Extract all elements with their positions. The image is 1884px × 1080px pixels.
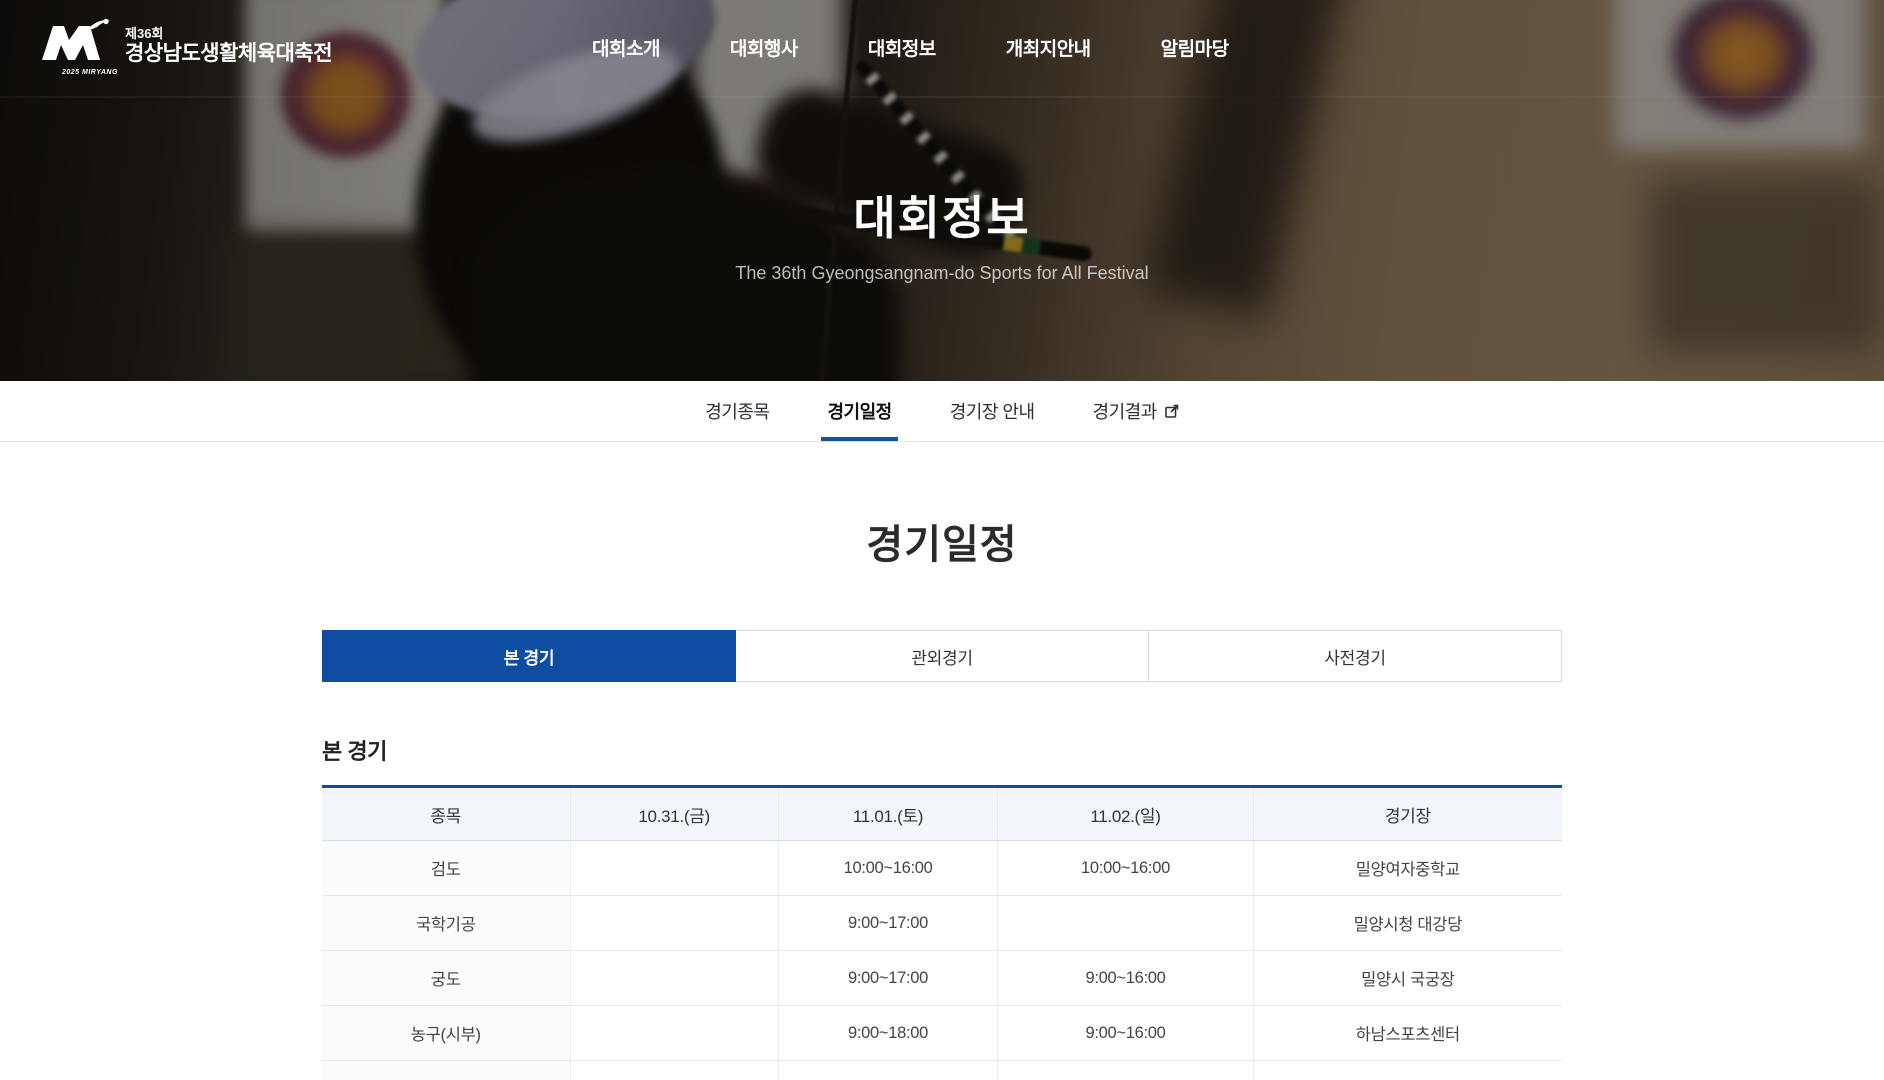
table-row: 농구(시부) 9:00~18:00 9:00~16:00 하남스포츠센터	[322, 1006, 1562, 1061]
section-subnav: 경기종목 경기일정 경기장 안내 경기결과	[0, 381, 1884, 442]
cell-time: 9:00~16:00	[998, 951, 1253, 1006]
subnav-item-venues[interactable]: 경기장 안내	[950, 381, 1035, 441]
site-logo[interactable]: 2025 MIRYANG 제36회 경상남도생활체육대축전	[38, 18, 332, 76]
col-header-sun: 11.02.(일)	[998, 787, 1253, 841]
schedule-table: 종목 10.31.(금) 11.01.(토) 11.02.(일) 경기장 검도 …	[322, 785, 1562, 1080]
cell-time: 9:00~16:00	[998, 1061, 1253, 1080]
col-header-fri: 10.31.(금)	[570, 787, 778, 841]
nav-item-info[interactable]: 대회정보	[868, 34, 936, 61]
site-header: 2025 MIRYANG 제36회 경상남도생활체육대축전 대회소개 대회행사 …	[0, 0, 1884, 94]
cell-sport: 국학기공	[322, 896, 570, 951]
table-row: 검도 10:00~16:00 10:00~16:00 밀양여자중학교	[322, 841, 1562, 896]
logo-text: 제36회 경상남도생활체육대축전	[125, 27, 332, 66]
hero-page-title: 대회정보	[0, 182, 1884, 248]
cell-sport: 농구(시부)	[322, 1006, 570, 1061]
cell-sport: 궁도	[322, 951, 570, 1006]
global-nav: 대회소개 대회행사 대회정보 개최지안내 알림마당	[592, 0, 1229, 94]
cell-time: 9:00~16:00	[998, 1006, 1253, 1061]
cell-time: 9:00~18:00	[778, 1006, 997, 1061]
table-row: 농구(군부) 9:00~18:00 9:00~16:00 한국나노마이스터고	[322, 1061, 1562, 1080]
subnav-item-label: 경기장 안내	[950, 398, 1035, 424]
cell-venue: 밀양시청 대강당	[1253, 896, 1562, 951]
nav-item-events[interactable]: 대회행사	[730, 34, 798, 61]
cell-venue: 밀양여자중학교	[1253, 841, 1562, 896]
table-row: 국학기공 9:00~17:00 밀양시청 대강당	[322, 896, 1562, 951]
cell-time	[570, 841, 778, 896]
nav-item-intro[interactable]: 대회소개	[592, 34, 660, 61]
schedule-type-tabs: 본 경기 관외경기 사전경기	[322, 630, 1562, 682]
hero-text-block: 대회정보 The 36th Gyeongsangnam-do Sports fo…	[0, 182, 1884, 284]
nav-item-notice[interactable]: 알림마당	[1161, 34, 1229, 61]
col-header-sport: 종목	[322, 787, 570, 841]
col-header-sat: 11.01.(토)	[778, 787, 997, 841]
cell-time: 10:00~16:00	[778, 841, 997, 896]
subnav-item-label: 경기종목	[705, 398, 769, 424]
cell-sport: 검도	[322, 841, 570, 896]
subnav-item-results[interactable]: 경기결과	[1093, 381, 1179, 441]
cell-time	[570, 1006, 778, 1061]
external-link-icon	[1165, 404, 1179, 418]
subnav-item-label: 경기결과	[1093, 398, 1157, 424]
page-title: 경기일정	[322, 512, 1562, 570]
cell-time	[570, 951, 778, 1006]
schedule-section-title: 본 경기	[322, 734, 1562, 766]
logo-mark-icon: 2025 MIRYANG	[38, 18, 112, 76]
cell-time	[570, 896, 778, 951]
cell-time	[998, 896, 1253, 951]
cell-time: 9:00~17:00	[778, 951, 997, 1006]
subnav-item-schedule[interactable]: 경기일정	[827, 381, 891, 441]
cell-venue: 밀양시 국궁장	[1253, 951, 1562, 1006]
cell-sport: 농구(군부)	[322, 1061, 570, 1080]
hero-subtitle: The 36th Gyeongsangnam-do Sports for All…	[0, 263, 1884, 284]
cell-time: 9:00~17:00	[778, 896, 997, 951]
table-row: 궁도 9:00~17:00 9:00~16:00 밀양시 국궁장	[322, 951, 1562, 1006]
hero-banner: 2025 MIRYANG 제36회 경상남도생활체육대축전 대회소개 대회행사 …	[0, 0, 1884, 381]
cell-venue: 하남스포츠센터	[1253, 1006, 1562, 1061]
logo-mark-caption: 2025 MIRYANG	[62, 69, 118, 76]
main-content: 경기일정 본 경기 관외경기 사전경기 본 경기 종목 10.31.(금) 11…	[322, 512, 1562, 1080]
tab-main-games[interactable]: 본 경기	[322, 630, 736, 682]
nav-item-hostcity[interactable]: 개최지안내	[1006, 34, 1091, 61]
logo-edition-badge: 제36회	[125, 27, 332, 42]
subnav-item-label: 경기일정	[827, 398, 891, 424]
cell-time	[570, 1061, 778, 1080]
tab-outside-games[interactable]: 관외경기	[735, 630, 1149, 682]
subnav-item-sports[interactable]: 경기종목	[705, 381, 769, 441]
cell-venue: 한국나노마이스터고	[1253, 1061, 1562, 1080]
col-header-venue: 경기장	[1253, 787, 1562, 841]
table-header-row: 종목 10.31.(금) 11.01.(토) 11.02.(일) 경기장	[322, 787, 1562, 841]
logo-title: 경상남도생활체육대축전	[125, 42, 332, 66]
tab-pre-games[interactable]: 사전경기	[1148, 630, 1562, 682]
cell-time: 9:00~18:00	[778, 1061, 997, 1080]
cell-time: 10:00~16:00	[998, 841, 1253, 896]
